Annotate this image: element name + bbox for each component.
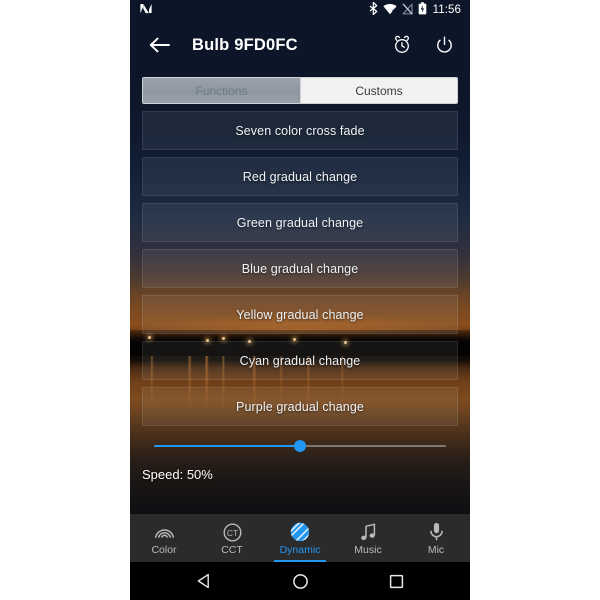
effect-label: Green gradual change — [236, 215, 364, 230]
status-bar-right: 11:56 — [369, 1, 461, 20]
nav-item-color[interactable]: Color — [130, 514, 198, 562]
battery-icon — [418, 2, 427, 20]
effect-label: Cyan gradual change — [239, 353, 361, 368]
app-bar: Bulb 9FD0FC — [130, 22, 470, 68]
tab-customs-label: Customs — [355, 83, 403, 98]
microphone-icon — [429, 522, 444, 542]
nav-item-cct[interactable]: CT CCT — [198, 514, 266, 562]
speed-slider[interactable] — [154, 435, 446, 457]
slider-thumb[interactable] — [294, 440, 306, 452]
content-inner: Functions Customs Seven color cross fade… — [130, 77, 470, 482]
nav-label-mic: Mic — [427, 544, 445, 557]
nav-label-cct: CCT — [221, 544, 243, 557]
tab-functions-label: Functions — [195, 83, 248, 98]
nav-label-color: Color — [151, 544, 177, 557]
rainbow-icon — [154, 522, 175, 542]
android-recents-icon[interactable] — [379, 566, 413, 596]
nav-label-dynamic: Dynamic — [279, 544, 321, 557]
bluetooth-icon — [369, 1, 378, 20]
dynamic-striped-circle-icon — [290, 522, 310, 542]
effect-list: Seven color cross fade Red gradual chang… — [142, 111, 458, 426]
bottom-navigation-bar: Color CT CCT Dynamic Music Mic — [130, 514, 470, 562]
power-icon[interactable] — [432, 33, 456, 57]
effect-label: Purple gradual change — [236, 399, 364, 414]
list-item[interactable]: Seven color cross fade — [142, 111, 458, 150]
effect-label: Yellow gradual change — [236, 307, 364, 322]
slider-fill — [154, 445, 300, 447]
nav-label-music: Music — [354, 544, 382, 557]
effect-label: Seven color cross fade — [235, 123, 365, 138]
page-title: Bulb 9FD0FC — [192, 35, 298, 54]
alarm-icon[interactable] — [390, 33, 414, 57]
content-area: Functions Customs Seven color cross fade… — [130, 68, 470, 514]
effect-label: Blue gradual change — [241, 261, 359, 276]
android-back-icon[interactable] — [187, 566, 221, 596]
nav-active-underline — [274, 560, 326, 562]
status-bar-clock: 11:56 — [432, 4, 461, 17]
status-bar-left — [139, 2, 153, 20]
screenshot-root: 11:56 Bulb 9FD0FC Functions Customs Seve… — [0, 0, 600, 600]
tab-customs[interactable]: Customs — [300, 78, 457, 103]
android-n-logo-icon — [139, 2, 153, 20]
list-item[interactable]: Blue gradual change — [142, 249, 458, 288]
signal-off-icon — [402, 2, 413, 20]
app-bar-actions — [390, 33, 456, 57]
nav-item-mic[interactable]: Mic — [402, 514, 470, 562]
nav-item-music[interactable]: Music — [334, 514, 402, 562]
list-item[interactable]: Red gradual change — [142, 157, 458, 196]
list-item[interactable]: Purple gradual change — [142, 387, 458, 426]
tab-functions[interactable]: Functions — [143, 78, 300, 103]
list-item[interactable]: Yellow gradual change — [142, 295, 458, 334]
music-note-icon — [360, 522, 377, 542]
status-bar: 11:56 — [130, 0, 470, 22]
tab-bar: Functions Customs — [142, 77, 458, 104]
back-arrow-icon[interactable] — [146, 32, 172, 58]
android-system-navigation-bar — [130, 562, 470, 600]
list-item[interactable]: Green gradual change — [142, 203, 458, 242]
wifi-icon — [382, 2, 397, 20]
speed-value-label: Speed: 50% — [142, 467, 213, 482]
android-home-icon[interactable] — [283, 566, 317, 596]
nav-item-dynamic[interactable]: Dynamic — [266, 514, 334, 562]
effect-label: Red gradual change — [242, 169, 358, 184]
phone-screen: 11:56 Bulb 9FD0FC Functions Customs Seve… — [130, 0, 470, 600]
list-item[interactable]: Cyan gradual change — [142, 341, 458, 380]
color-temperature-icon: CT — [222, 522, 242, 542]
svg-text:CT: CT — [226, 528, 237, 538]
